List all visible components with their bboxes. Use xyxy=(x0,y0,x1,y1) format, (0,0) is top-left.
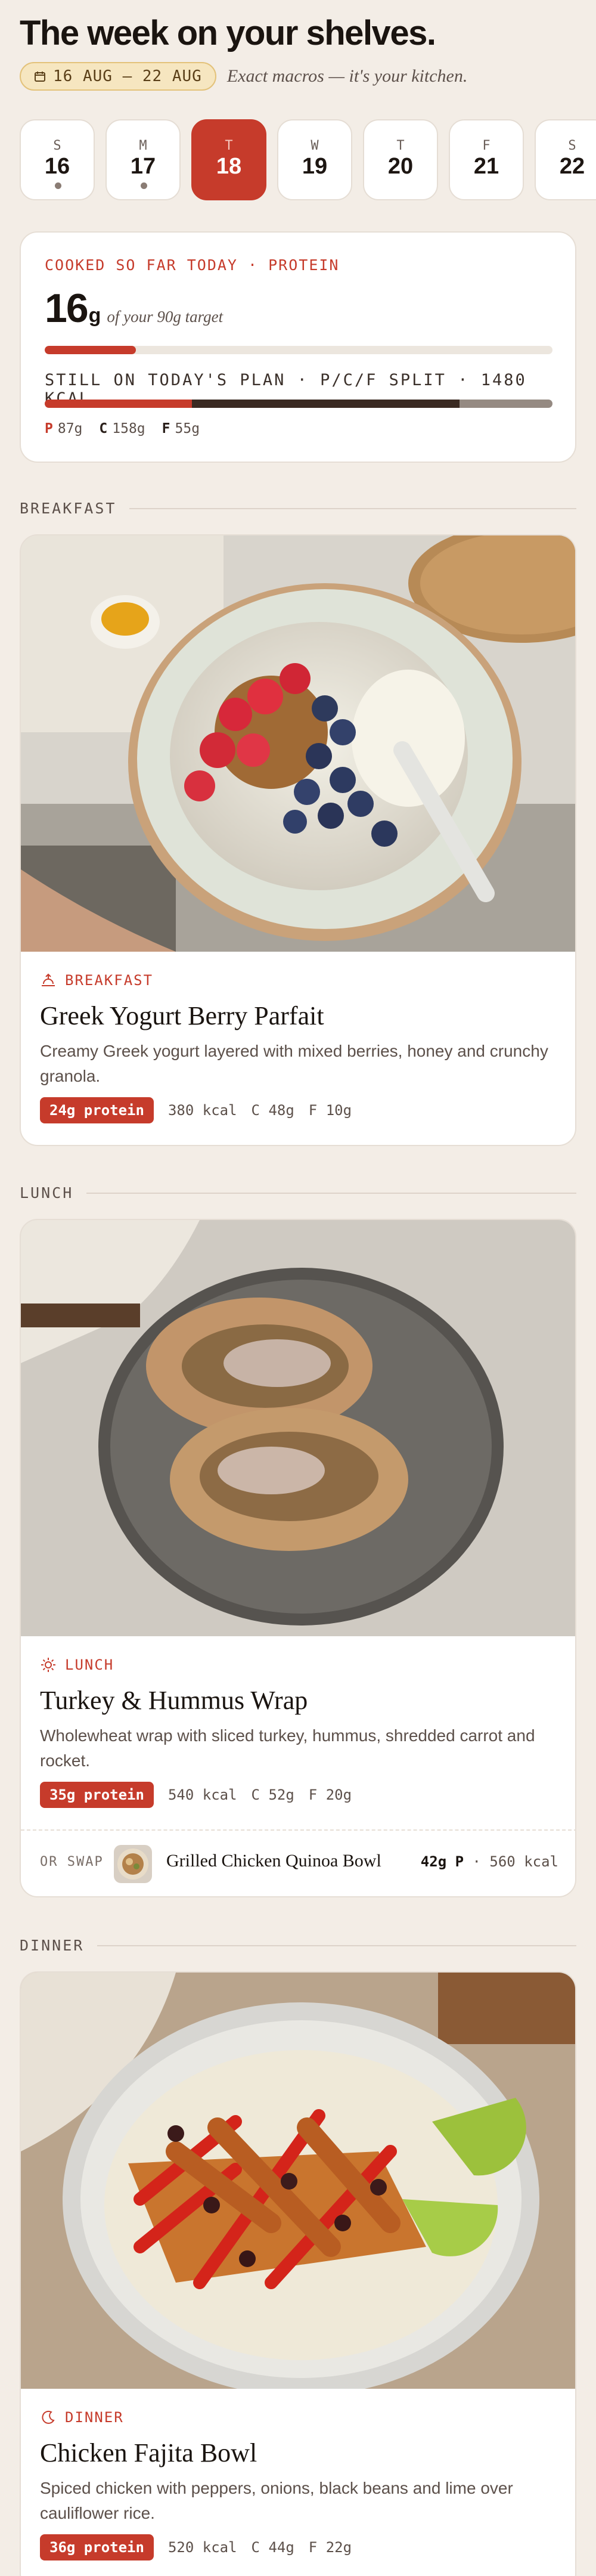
section-header-lunch: LUNCH xyxy=(20,1184,576,1202)
meal-type-label: LUNCH xyxy=(65,1657,114,1673)
section-divider xyxy=(129,507,576,509)
day-chip-16[interactable]: S 16 xyxy=(20,119,95,200)
day-chip-20[interactable]: T 20 xyxy=(363,119,438,200)
meal-macros: 24g protein 380 kcal C 48g F 10g xyxy=(40,1097,352,1123)
calendar-icon xyxy=(35,72,45,82)
meal-name: Greek Yogurt Berry Parfait xyxy=(40,1001,324,1030)
day-chip-19[interactable]: W 19 xyxy=(277,119,352,200)
protein-badge: 24g protein xyxy=(40,1097,154,1123)
meal-description: Wholewheat wrap with sliced turkey, humm… xyxy=(40,1726,535,1770)
legend-protein: P 87g xyxy=(45,421,83,436)
swap-meal-stats: 42g P · 560 kcal xyxy=(421,1853,558,1870)
meal-name: Chicken Fajita Bowl xyxy=(40,2438,257,2467)
day-chip-22[interactable]: S 22 xyxy=(535,119,596,200)
section-title: DINNER xyxy=(20,1937,85,1954)
day-letter: F xyxy=(482,138,491,153)
meal-kcal: 520 kcal xyxy=(167,2539,237,2556)
macro-split-carbs xyxy=(192,400,460,408)
day-chip-18-selected[interactable]: T 18 xyxy=(191,119,266,200)
section-header-breakfast: BREAKFAST xyxy=(20,500,576,517)
day-letter: S xyxy=(53,138,61,153)
swap-protein: 42g P xyxy=(420,1853,464,1870)
meal-photo xyxy=(21,1973,575,2389)
meal-eyebrow: BREAKFAST xyxy=(40,972,153,989)
meal-name: Turkey & Hummus Wrap xyxy=(40,1686,308,1715)
day-letter: T xyxy=(225,138,233,153)
legend-fat: F 55g xyxy=(162,421,200,436)
day-letter: T xyxy=(396,138,405,153)
summary-eyebrow: COOKED SO FAR TODAY · PROTEIN xyxy=(45,256,340,274)
meal-card-lunch[interactable]: LUNCH Turkey & Hummus Wrap Wholewheat wr… xyxy=(20,1219,576,1897)
day-number: 18 xyxy=(216,154,242,179)
date-range-text: 16 AUG — 22 AUG xyxy=(53,67,202,85)
meal-description: Spiced chicken with peppers, onions, bla… xyxy=(40,2479,513,2522)
macro-legend: P 87g C 158g F 55g xyxy=(45,421,200,436)
day-selector: S 16 M 17 T 18 W 19 T 20 F 21 S 22 xyxy=(20,119,596,204)
day-number: 16 xyxy=(44,154,70,179)
day-letter: W xyxy=(311,138,319,153)
swap-label: OR SWAP xyxy=(40,1854,104,1869)
meal-kcal: 540 kcal xyxy=(167,1787,237,1803)
section-header-dinner: DINNER xyxy=(20,1937,576,1954)
swap-kcal: · 560 kcal xyxy=(472,1853,559,1870)
swap-thumbnail xyxy=(114,1845,152,1883)
tagline: Exact macros — it's your kitchen. xyxy=(226,66,468,86)
meal-fat: F 22g xyxy=(308,2539,352,2556)
day-number: 22 xyxy=(559,154,585,179)
day-number: 17 xyxy=(130,154,156,179)
meal-carbs: C 52g xyxy=(251,1787,294,1803)
day-letter: M xyxy=(139,138,147,153)
meal-carbs: C 44g xyxy=(251,2539,294,2556)
cooked-protein-unit: g xyxy=(88,304,101,327)
macro-split-bar xyxy=(45,400,552,408)
meal-macros: 36g protein 520 kcal C 44g F 22g xyxy=(40,2534,352,2560)
protein-badge: 36g protein xyxy=(40,2534,154,2560)
meal-type-label: DINNER xyxy=(65,2409,124,2426)
legend-carbs: C 158g xyxy=(99,421,145,436)
meal-card-dinner[interactable]: DINNER Chicken Fajita Bowl Spiced chicke… xyxy=(20,1971,576,2576)
meal-photo xyxy=(21,1220,575,1636)
section-divider xyxy=(86,1192,576,1194)
meal-kcal: 380 kcal xyxy=(167,1102,237,1119)
meal-description: Creamy Greek yogurt layered with mixed b… xyxy=(40,1042,548,1085)
cooked-protein-number: 16 xyxy=(45,286,89,331)
day-number: 19 xyxy=(302,154,328,179)
moon-icon xyxy=(42,2410,55,2424)
section-title: BREAKFAST xyxy=(20,500,117,517)
meal-type-label: BREAKFAST xyxy=(65,972,154,989)
meal-card-breakfast[interactable]: BREAKFAST Greek Yogurt Berry Parfait Cre… xyxy=(20,534,576,1146)
cooked-dot xyxy=(141,182,147,189)
protein-summary-card: COOKED SO FAR TODAY · PROTEIN 16 g of yo… xyxy=(20,231,576,463)
swap-option-row[interactable]: OR SWAP Grilled Chicken Quinoa Bowl 42g … xyxy=(21,1829,575,1895)
protein-progress-bar xyxy=(45,346,552,354)
sunrise-icon xyxy=(42,973,55,986)
section-divider xyxy=(97,1945,576,1946)
macro-split-fat xyxy=(459,400,552,408)
meal-fat: F 10g xyxy=(308,1102,352,1119)
protein-badge: 35g protein xyxy=(40,1782,154,1808)
week-date-pill[interactable]: 16 AUG — 22 AUG xyxy=(20,62,216,91)
day-chip-21[interactable]: F 21 xyxy=(449,119,524,200)
day-number: 21 xyxy=(473,154,499,179)
meal-photo xyxy=(21,535,575,952)
cooked-protein-readout: 16 g of your 90g target xyxy=(45,285,223,332)
cooked-dot xyxy=(55,182,61,189)
protein-target-text: of your 90g target xyxy=(107,308,224,326)
day-number: 20 xyxy=(387,154,414,179)
meal-macros: 35g protein 540 kcal C 52g F 20g xyxy=(40,1782,352,1808)
meal-eyebrow: LUNCH xyxy=(40,1657,114,1673)
meal-carbs: C 48g xyxy=(251,1102,294,1119)
meal-eyebrow: DINNER xyxy=(40,2409,124,2426)
day-letter: S xyxy=(568,138,576,153)
header-subrow: 16 AUG — 22 AUG Exact macros — it's your… xyxy=(20,62,467,91)
meal-fat: F 20g xyxy=(308,1787,352,1803)
section-title: LUNCH xyxy=(20,1184,74,1202)
day-chip-17[interactable]: M 17 xyxy=(105,119,181,200)
macro-split-protein xyxy=(45,400,193,408)
sun-icon xyxy=(41,1658,55,1672)
page-title: The week on your shelves. xyxy=(20,14,436,52)
swap-meal-name: Grilled Chicken Quinoa Bowl xyxy=(166,1851,381,1871)
protein-progress-fill xyxy=(45,346,136,354)
